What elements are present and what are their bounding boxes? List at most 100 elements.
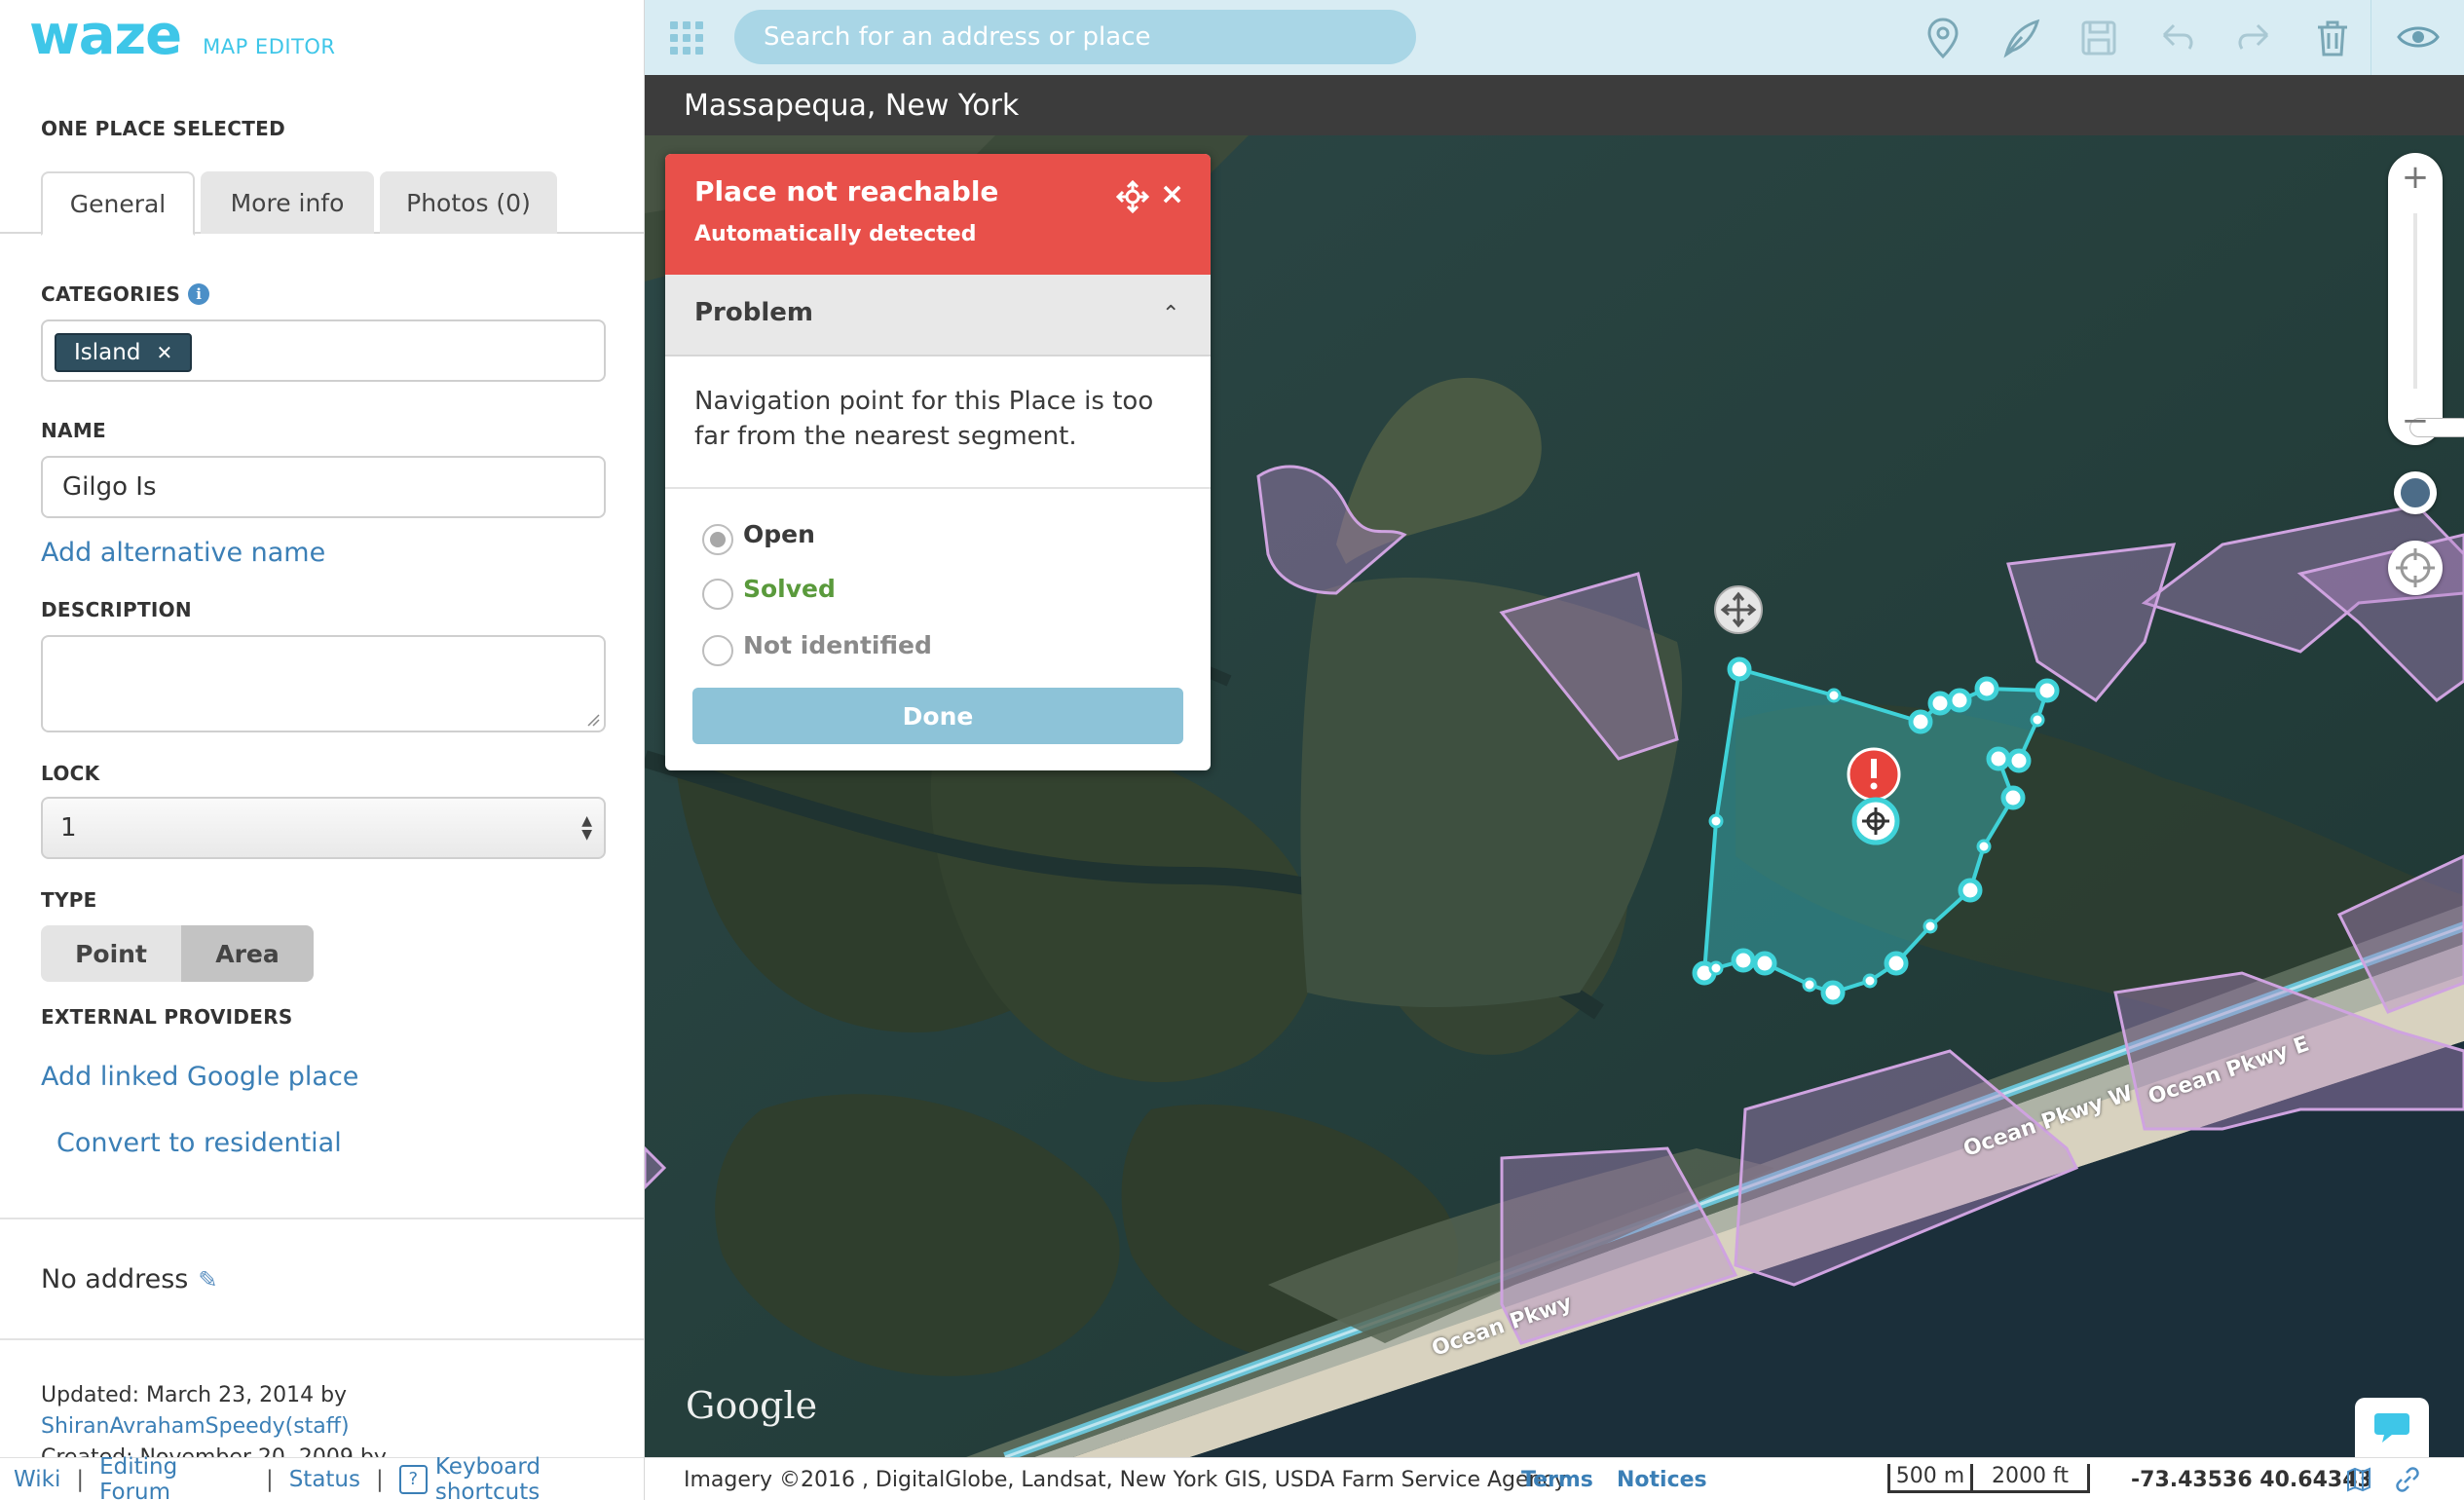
description-field[interactable] [41,635,606,732]
crosshair-icon [2396,548,2435,587]
updated-by-link[interactable]: ShiranAvrahamSpeedy(staff) [41,1414,350,1439]
logo-subtitle: MAP EDITOR [203,35,336,58]
separator: | [376,1466,384,1492]
top-toolbar [645,0,2464,75]
lock-label: LOCK [41,762,100,785]
divider [0,1218,644,1219]
keyboard-shortcuts-icon[interactable]: ? [398,1464,428,1494]
zoom-control: + − [2388,153,2464,445]
pencil-icon[interactable]: ✎ [198,1266,217,1294]
map-footer: Imagery ©2016 , DigitalGlobe, Landsat, N… [645,1457,2464,1500]
center-on-issue-icon[interactable] [1115,179,1150,214]
chevron-up-icon: ⌃ [1162,302,1180,326]
name-field[interactable]: Gilgo Is [41,456,606,518]
separator: | [76,1466,85,1492]
category-chip-label: Island [74,340,141,365]
scale-metric: 500 m [1887,1464,1973,1493]
wiki-link[interactable]: Wiki [14,1467,60,1492]
search-box[interactable] [734,10,1416,64]
logo-wordmark: waze [29,4,182,67]
search-input[interactable] [734,10,1416,64]
problem-section-header[interactable]: Problem ⌃ [665,275,1211,356]
imagery-attribution: Imagery ©2016 , DigitalGlobe, Landsat, N… [684,1468,1567,1492]
issue-header: Place not reachable Automatically detect… [665,154,1211,275]
sidebar-footer: Wiki | Editing Forum | Status | ? Keyboard … [0,1454,644,1500]
google-logo: Google [686,1384,818,1427]
divider [0,1338,644,1340]
problem-label: Problem [694,298,813,327]
notices-link[interactable]: Notices [1617,1468,1707,1492]
issue-title: Place not reachable [694,175,999,207]
add-google-place-link[interactable]: Add linked Google place [41,1062,358,1092]
status-link[interactable]: Status [289,1467,360,1492]
radio-not-identified[interactable] [702,635,733,666]
lock-select[interactable]: 1 ▲ ▼ [41,797,606,859]
navigation-point-icon[interactable] [1851,797,1900,845]
chat-bubble-icon [2374,1413,2409,1443]
editing-forum-link[interactable]: Editing Forum [99,1454,250,1500]
add-alternative-name-link[interactable]: Add alternative name [41,538,325,568]
redo-icon[interactable] [2230,14,2279,62]
locate-button[interactable] [2388,541,2443,595]
close-icon[interactable]: × [1160,177,1184,211]
place-pin-icon[interactable] [1919,14,1967,62]
address-row: No address ✎ [41,1264,217,1294]
address-text: No address [41,1264,189,1294]
zoom-in-button[interactable]: + [2388,153,2443,202]
permalink-icon[interactable] [2394,1466,2421,1493]
terms-link[interactable]: Terms [1521,1468,1593,1492]
name-label: NAME [41,419,106,442]
zoom-track[interactable] [2409,213,2464,437]
categories-label-text: CATEGORIES [41,282,181,306]
name-value: Gilgo Is [62,472,157,502]
tab-general[interactable]: General [41,171,195,236]
lock-value: 1 [60,813,77,843]
radio-solved-label[interactable]: Solved [743,575,836,603]
draw-icon[interactable] [1997,14,2045,62]
scale-imperial: 2000 ft [1973,1464,2090,1493]
chat-button[interactable] [2355,1398,2429,1457]
alert-marker-icon[interactable] [1847,747,1901,802]
undo-icon[interactable] [2152,14,2201,62]
eye-icon [2397,26,2440,48]
tab-photos[interactable]: Photos (0) [380,171,557,234]
location-bar: Massapequa, New York [645,75,2464,135]
cursor-coordinates: -73.43536 40.64343 [2131,1468,2372,1492]
convert-residential-link[interactable]: Convert to residential [56,1128,342,1158]
radio-solved[interactable] [702,579,733,610]
waze-logo[interactable]: waze MAP EDITOR [29,4,336,67]
issue-subtitle: Automatically detected [694,222,977,246]
resize-handle-icon[interactable] [586,713,600,727]
select-arrows-icon: ▲ ▼ [581,813,592,843]
tab-more-info[interactable]: More info [201,171,374,234]
globe-icon [2399,476,2432,509]
layers-button[interactable] [2394,471,2437,514]
zoom-out-button[interactable]: − [2388,396,2443,445]
location-name: Massapequa, New York [684,88,1020,123]
categories-label: CATEGORIES i [41,282,210,306]
radio-open-label[interactable]: Open [743,520,815,548]
move-handle-icon[interactable] [1714,585,1763,634]
type-area-button[interactable]: Area [181,925,314,982]
updated-text: Updated: March 23, 2014 by [41,1383,348,1407]
eye-button[interactable] [2371,0,2464,75]
separator: | [265,1466,274,1492]
info-icon[interactable]: i [188,283,210,305]
type-point-button[interactable]: Point [41,925,181,982]
external-providers-label: EXTERNAL PROVIDERS [41,1005,293,1029]
apps-grid-icon[interactable] [670,21,703,55]
radio-not-identified-label[interactable]: Not identified [743,631,932,659]
save-icon[interactable] [2074,14,2123,62]
category-chip-island: Island ✕ [55,333,193,372]
issue-panel: Place not reachable Automatically detect… [665,154,1211,770]
map-icon[interactable] [2345,1466,2372,1493]
remove-category-icon[interactable]: ✕ [156,341,172,364]
trash-icon[interactable] [2308,14,2357,62]
selection-title: ONE PLACE SELECTED [41,117,286,140]
type-label: TYPE [41,888,97,912]
keyboard-shortcuts-link[interactable]: Keyboard shortcuts [435,1454,644,1500]
done-button[interactable]: Done [692,688,1183,744]
radio-open[interactable] [702,524,733,555]
categories-field[interactable]: Island ✕ [41,319,606,382]
problem-description: Navigation point for this Place is too f… [694,387,1154,451]
